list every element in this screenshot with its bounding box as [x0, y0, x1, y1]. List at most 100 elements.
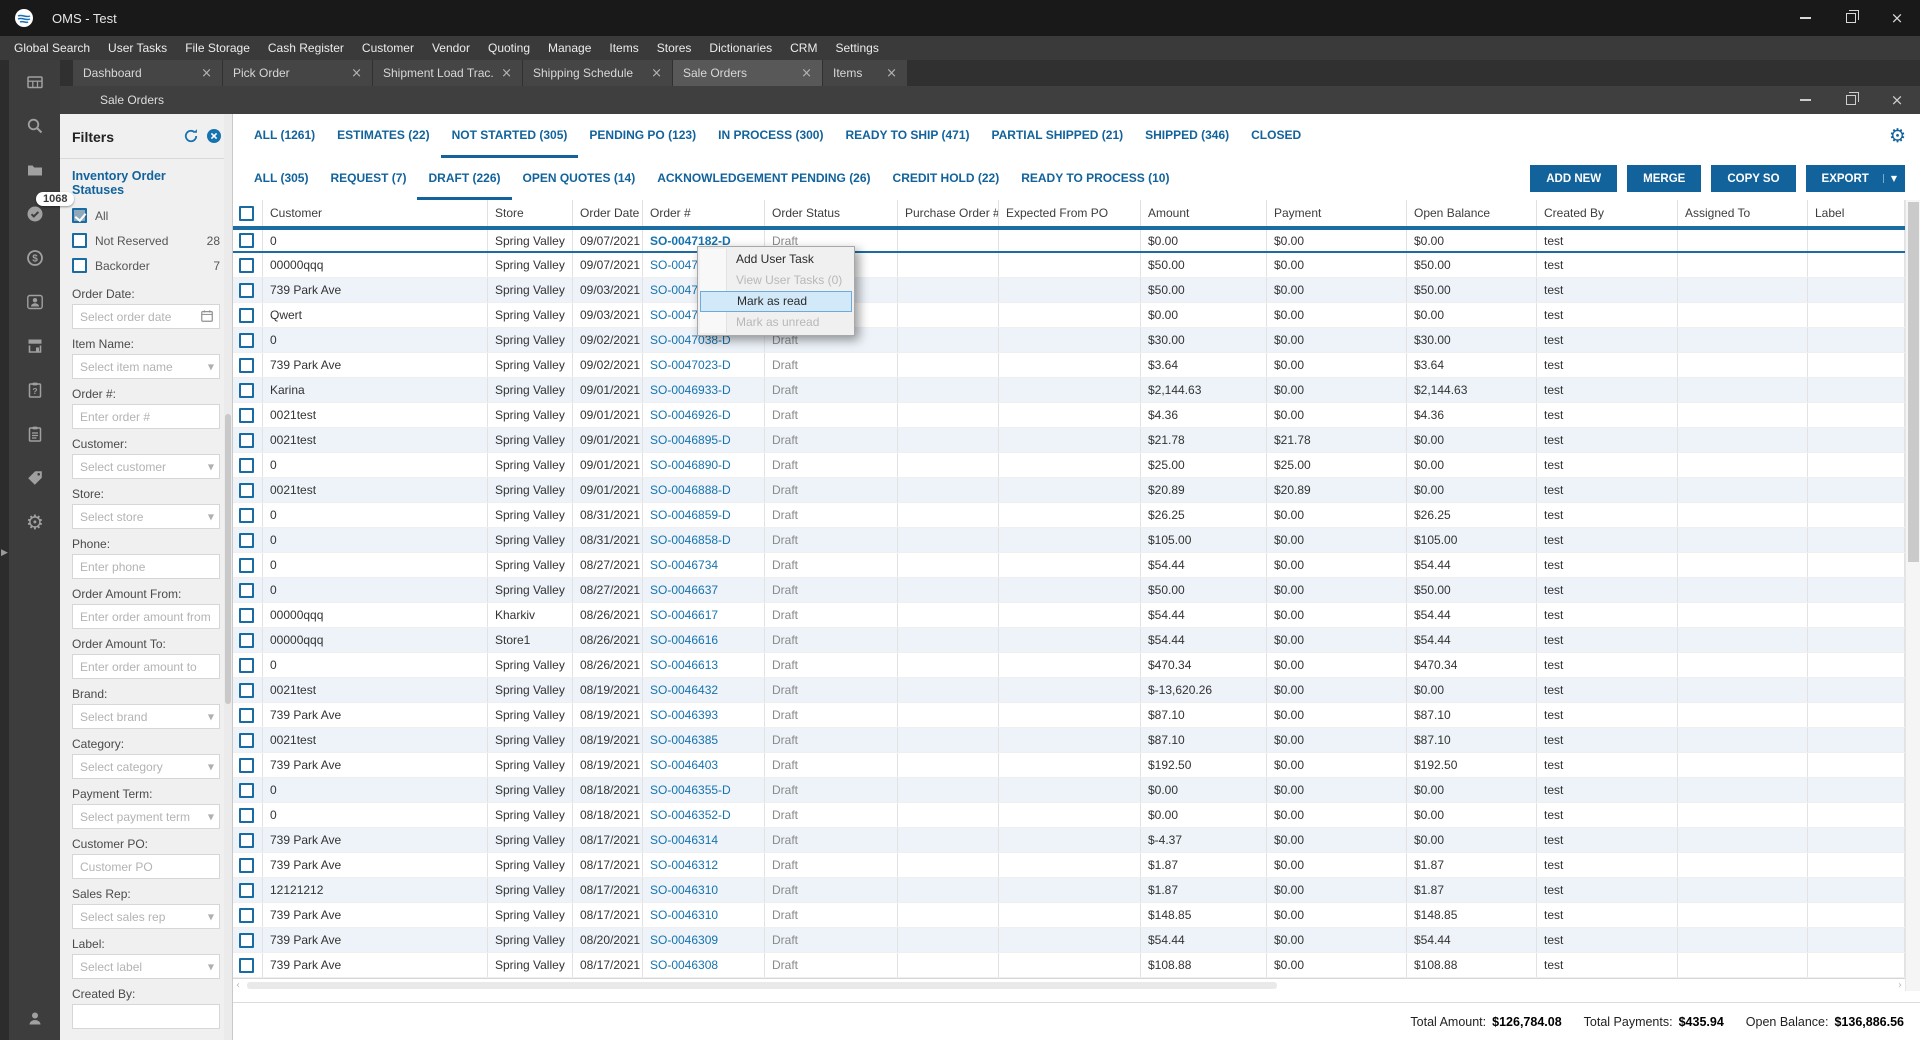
row-checkbox[interactable] — [239, 808, 254, 823]
row-checkbox[interactable] — [239, 558, 254, 573]
scroll-left-icon[interactable]: ‹ — [236, 979, 240, 992]
customer-icon[interactable] — [22, 290, 48, 314]
h-scroll-thumb[interactable] — [247, 982, 1277, 989]
row-checkbox[interactable] — [239, 458, 254, 473]
menu-item-dictionaries[interactable]: Dictionaries — [700, 36, 781, 60]
row-checkbox[interactable] — [239, 283, 254, 298]
filter-input[interactable] — [73, 905, 219, 928]
filter-input[interactable] — [73, 405, 219, 428]
table-row[interactable]: 0Spring Valley09/02/2021SO-0047038-DDraf… — [233, 328, 1905, 353]
refresh-filters-icon[interactable] — [183, 128, 199, 147]
context-menu-item-add-user-task[interactable]: Add User Task — [700, 249, 852, 270]
filter-input[interactable] — [73, 805, 219, 828]
menu-item-customer[interactable]: Customer — [353, 36, 423, 60]
order-number-link[interactable]: SO-0046432 — [650, 683, 718, 697]
row-checkbox[interactable] — [239, 258, 254, 273]
row-checkbox[interactable] — [239, 408, 254, 423]
table-row[interactable]: 0Spring Valley08/27/2021SO-0046734Draft$… — [233, 553, 1905, 578]
row-checkbox[interactable] — [239, 933, 254, 948]
merge-button[interactable]: MERGE — [1627, 165, 1701, 192]
order-number-link[interactable]: SO-0046895-D — [650, 433, 731, 447]
row-checkbox[interactable] — [239, 783, 254, 798]
filter-input[interactable] — [73, 855, 219, 878]
cash-register-icon[interactable]: $ — [22, 246, 48, 270]
table-row[interactable]: 0Spring Valley08/18/2021SO-0046355-DDraf… — [233, 778, 1905, 803]
tab-close-icon[interactable]: × — [793, 67, 812, 80]
row-checkbox[interactable] — [239, 958, 254, 973]
checkbox-backorder[interactable] — [72, 258, 87, 273]
filter-input[interactable] — [73, 305, 219, 328]
close-button[interactable]: × — [1874, 0, 1920, 36]
context-menu-item-mark-as-read[interactable]: Mark as read — [700, 291, 852, 312]
chevron-down-icon[interactable]: ▼ — [208, 712, 214, 721]
tab-dashboard[interactable]: Dashboard× — [73, 60, 222, 86]
table-row[interactable]: 0Spring Valley08/31/2021SO-0046858-DDraf… — [233, 528, 1905, 553]
row-checkbox[interactable] — [239, 758, 254, 773]
table-row[interactable]: 739 Park AveSpring Valley08/20/2021SO-00… — [233, 928, 1905, 953]
table-row[interactable]: 739 Park AveSpring Valley08/19/2021SO-00… — [233, 753, 1905, 778]
menu-item-user-tasks[interactable]: User Tasks — [99, 36, 176, 60]
calendar-icon[interactable] — [200, 309, 214, 325]
order-number-link[interactable]: SO-0046314 — [650, 833, 718, 847]
table-row[interactable]: 739 Park AveSpring Valley08/17/2021SO-00… — [233, 828, 1905, 853]
chevron-down-icon[interactable]: ▼ — [208, 962, 214, 971]
table-row[interactable]: 739 Park AveSpring Valley08/17/2021SO-00… — [233, 953, 1905, 978]
tab-items[interactable]: Items× — [823, 60, 907, 86]
header-created_by[interactable]: Created By — [1537, 200, 1678, 226]
status-tab-ready-to-ship-471-[interactable]: READY TO SHIP (471) — [834, 114, 980, 158]
clear-filters-icon[interactable] — [206, 128, 222, 147]
header-label[interactable]: Label — [1808, 200, 1905, 226]
inner-minimize-button[interactable] — [1782, 86, 1828, 114]
table-row[interactable]: 0Spring Valley09/01/2021SO-0046890-DDraf… — [233, 453, 1905, 478]
table-row[interactable]: 739 Park AveSpring Valley08/17/2021SO-00… — [233, 903, 1905, 928]
menu-item-vendor[interactable]: Vendor — [423, 36, 479, 60]
status-tab-partial-shipped-21-[interactable]: PARTIAL SHIPPED (21) — [981, 114, 1135, 158]
menu-item-cash-register[interactable]: Cash Register — [259, 36, 353, 60]
tab-shipment-load-trac-[interactable]: Shipment Load Trac...× — [373, 60, 522, 86]
menu-item-settings[interactable]: Settings — [826, 36, 887, 60]
row-checkbox[interactable] — [239, 533, 254, 548]
table-row[interactable]: 12121212Spring Valley08/17/2021SO-004631… — [233, 878, 1905, 903]
table-row[interactable]: 0021testSpring Valley08/19/2021SO-004638… — [233, 728, 1905, 753]
menu-item-global-search[interactable]: Global Search — [5, 36, 99, 60]
filter-input[interactable] — [73, 755, 219, 778]
row-checkbox[interactable] — [239, 833, 254, 848]
row-checkbox[interactable] — [239, 858, 254, 873]
order-number-link[interactable]: SO-0046616 — [650, 633, 718, 647]
row-checkbox[interactable] — [239, 383, 254, 398]
tab-shipping-schedule[interactable]: Shipping Schedule× — [523, 60, 672, 86]
menu-item-stores[interactable]: Stores — [648, 36, 701, 60]
menu-item-items[interactable]: Items — [600, 36, 647, 60]
table-row[interactable]: QwertSpring Valley09/03/2021SO-004708Dra… — [233, 303, 1905, 328]
flyout-arrow-icon[interactable]: ▶ — [1, 548, 8, 558]
sub-tab-request-7-[interactable]: REQUEST (7) — [319, 158, 417, 200]
global-search-icon[interactable] — [22, 114, 48, 138]
store-icon[interactable] — [22, 334, 48, 358]
order-number-link[interactable]: SO-0046385 — [650, 733, 718, 747]
dashboard-icon[interactable] — [22, 70, 48, 94]
order-number-link[interactable]: SO-0046637 — [650, 583, 718, 597]
order-number-link[interactable]: SO-0046859-D — [650, 508, 731, 522]
chevron-down-icon[interactable]: ▼ — [208, 512, 214, 521]
table-row[interactable]: 0Spring Valley08/18/2021SO-0046352-DDraf… — [233, 803, 1905, 828]
sub-tab-ready-to-process-10-[interactable]: READY TO PROCESS (10) — [1010, 158, 1180, 200]
chevron-down-icon[interactable]: ▼ — [208, 812, 214, 821]
row-checkbox[interactable] — [239, 883, 254, 898]
inner-close-button[interactable]: × — [1874, 86, 1920, 114]
status-tab-shipped-346-[interactable]: SHIPPED (346) — [1134, 114, 1240, 158]
header-amount[interactable]: Amount — [1141, 200, 1267, 226]
row-checkbox[interactable] — [239, 708, 254, 723]
row-checkbox[interactable] — [239, 733, 254, 748]
order-number-link[interactable]: SO-0046310 — [650, 883, 718, 897]
status-tab-pending-po-123-[interactable]: PENDING PO (123) — [578, 114, 707, 158]
table-row[interactable]: 739 Park AveSpring Valley08/19/2021SO-00… — [233, 703, 1905, 728]
checkbox-not-reserved[interactable] — [72, 233, 87, 248]
grid-settings-gear-icon[interactable]: ⚙ — [1889, 125, 1906, 147]
label-tag-icon[interactable] — [22, 466, 48, 490]
header-open_balance[interactable]: Open Balance — [1407, 200, 1537, 226]
table-row[interactable]: 0021testSpring Valley09/01/2021SO-004692… — [233, 403, 1905, 428]
order-number-link[interactable]: SO-0046312 — [650, 858, 718, 872]
table-row[interactable]: 00000qqqKharkiv08/26/2021SO-0046617Draft… — [233, 603, 1905, 628]
menu-item-manage[interactable]: Manage — [539, 36, 600, 60]
status-tab-closed[interactable]: CLOSED — [1240, 114, 1312, 158]
